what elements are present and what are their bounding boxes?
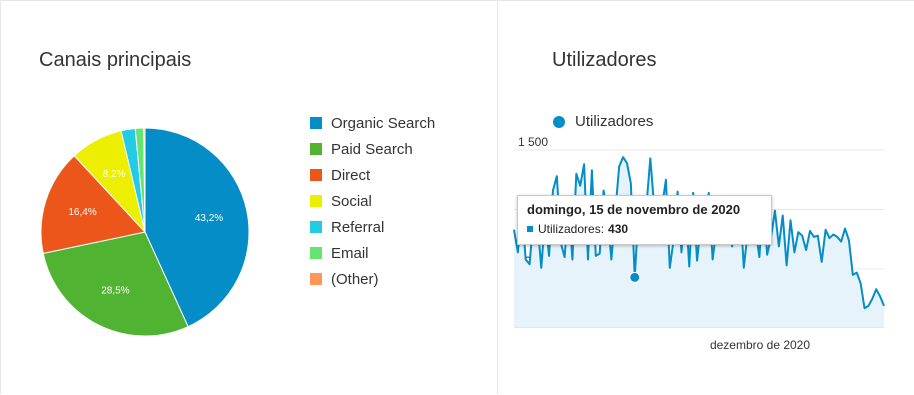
top-channels-card: Canais principais 43,2% 28,5% 16,4% 8,2% Or… — [0, 0, 497, 394]
legend-item[interactable]: Direct — [310, 162, 435, 188]
legend-label: (Other) — [331, 270, 379, 288]
legend-label: Paid Search — [331, 140, 413, 158]
legend-swatch-icon — [310, 117, 322, 129]
y-tick-label: 1 500 — [518, 135, 548, 149]
highlight-point[interactable] — [629, 271, 641, 283]
legend-item[interactable]: Referral — [310, 214, 435, 240]
legend-item[interactable]: Paid Search — [310, 136, 435, 162]
legend-swatch-icon — [310, 221, 322, 233]
tooltip-date: domingo, 15 de novembro de 2020 — [527, 202, 741, 217]
tooltip-row: Utilizadores: 430 — [527, 222, 762, 236]
slice-label: 28,5% — [101, 285, 129, 296]
legend-label: Organic Search — [331, 114, 436, 132]
legend-item[interactable]: Email — [310, 240, 435, 266]
slice-label: 43,2% — [195, 213, 223, 224]
tooltip-swatch-icon — [527, 226, 533, 232]
legend-swatch-icon — [310, 273, 322, 285]
tooltip-series-label: Utilizadores: — [538, 222, 605, 236]
legend-label: Direct — [331, 166, 371, 184]
legend-swatch-icon — [310, 169, 322, 181]
slice-label: 8,2% — [103, 169, 126, 180]
legend-swatch-icon — [310, 195, 322, 207]
tooltip-value: 430 — [608, 222, 629, 236]
legend-label: Email — [331, 244, 369, 262]
legend-swatch-icon — [310, 143, 322, 155]
legend-label: Social — [331, 192, 372, 210]
x-axis-label: dezembro de 2020 — [710, 338, 810, 352]
legend-swatch-icon — [310, 247, 322, 259]
legend-label: Referral — [331, 218, 385, 236]
legend-item[interactable]: Organic Search — [310, 110, 435, 136]
legend-item[interactable]: Social — [310, 188, 435, 214]
pie-legend: Organic Search Paid Search Direct Social Ref… — [310, 110, 435, 292]
users-card: Utilizadores Utilizadores 1 500 500 dezemb… — [497, 0, 914, 394]
slice-label: 16,4% — [68, 207, 96, 218]
chart-tooltip: domingo, 15 de novembro de 2020 Utilizad… — [517, 195, 772, 245]
legend-item[interactable]: (Other) — [310, 266, 435, 292]
